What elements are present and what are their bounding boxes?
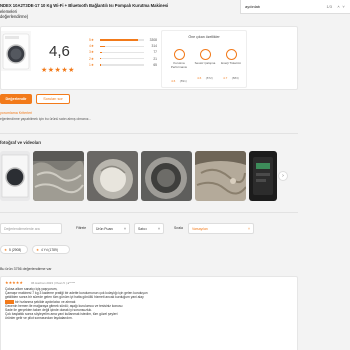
criteria-energy-consumption: Enerji Tüketimi 4.7 (883) [218, 49, 244, 84]
average-score: 4,6 [49, 43, 70, 60]
distribution-bar-1 [100, 64, 102, 66]
drying-performance-icon [173, 49, 185, 60]
review-count-line: Bu ürün 3756 değerlendirme var [0, 267, 52, 271]
distribution-bar-3 [100, 51, 102, 54]
chevron-down-icon: ˅ [124, 226, 126, 231]
customer-photo[interactable] [141, 151, 192, 201]
criteria-quiet-operation: Sessiz Çalışma 4.6 (872) [192, 49, 218, 84]
find-count: 1/3 [326, 4, 332, 9]
product-title: NDEX 10A2T3DE-17 10 Kg Wi-Fi + Bluetooth… [0, 3, 169, 8]
gallery-next-arrow-icon[interactable]: › [278, 171, 288, 181]
find-next-icon[interactable]: ˅ [341, 4, 346, 9]
criteria-drying-performance: Kurutma Performansı 4.6 (891) [166, 49, 192, 87]
section-divider [0, 212, 298, 213]
sort-select[interactable]: Varsayılan ˅ [188, 223, 254, 234]
filter-chip-4-year[interactable]: ★ 4 Yıl (1789) [32, 245, 70, 254]
average-stars: ★★★★★ [41, 67, 75, 74]
distribution-bar-5 [100, 39, 138, 41]
review-meta: 06 Haziran 2023 | Puan 5 | ●***** [31, 280, 76, 285]
review-stars: ★★★★★ [5, 280, 23, 285]
review-body: Çoksa alkım sanatçı içiş yaşıyorum, Çama… [5, 287, 148, 321]
distribution-bar-2 [100, 57, 101, 60]
write-review-button[interactable]: Değerlendir [0, 94, 32, 104]
product-image [1, 31, 31, 71]
distribution-bar-4 [100, 45, 106, 47]
customer-photo[interactable] [33, 151, 84, 201]
customer-photo[interactable] [195, 151, 246, 201]
customer-photo[interactable] [0, 151, 30, 201]
review-count-title: değerlendirme) [0, 14, 29, 19]
chevron-down-icon: ˅ [158, 226, 160, 231]
chevron-down-icon: ˅ [248, 226, 250, 231]
section-divider [0, 133, 298, 134]
customer-photo[interactable] [87, 151, 138, 201]
review-rules-link[interactable]: yorumlama Kriterleri [0, 111, 32, 115]
product-title-block: NDEX 10A2T3DE-17 10 Kg Wi-Fi + Bluetooth… [0, 3, 230, 20]
review-card: ★★★★★ 06 Haziran 2023 | Puan 5 | ●***** … [0, 276, 298, 350]
quiet-operation-icon [199, 49, 211, 60]
seller-filter-select[interactable]: Satıcı ˅ [134, 223, 164, 234]
rating-distribution: 5★ 3308 4★ 314 3★ 77 2★ 21 1★ 65 [89, 37, 157, 68]
energy-consumption-icon [225, 49, 237, 60]
rating-filter-select[interactable]: Ürün Puanı ˅ [92, 223, 130, 234]
ask-question-button[interactable]: Soruları sor [36, 94, 70, 104]
customer-media-gallery [0, 151, 277, 201]
distribution-row-1[interactable]: 1★ 65 [89, 62, 157, 68]
media-section-title: fotoğraf ve videoları [0, 140, 42, 145]
customer-photo[interactable] [249, 151, 277, 201]
star-icon: ★ [36, 247, 39, 252]
review-rules-note: eğerlendirme yapabilmek için bu ürünü sa… [0, 117, 92, 121]
review-search-input[interactable]: Değerlendirmelerde ara [0, 223, 62, 234]
filter-label: Filtrele [76, 226, 87, 230]
sort-label: Sırala [174, 226, 183, 230]
star-icon: ★ [4, 247, 7, 252]
criteria-box: Öne çıkan özellikler Kurutma Performansı… [161, 30, 247, 88]
filter-chip-5-star[interactable]: ★ 5 (2908) [0, 245, 28, 254]
find-bar[interactable]: aydınlatı 1/3 ˄ ˅ [240, 0, 350, 14]
criteria-heading: Öne çıkan özellikler [188, 35, 220, 39]
find-input[interactable]: aydınlatı [245, 4, 326, 9]
rating-summary-card: 4,6 ★★★★★ 5★ 3308 4★ 314 3★ 77 2★ 21 1★ … [0, 26, 298, 90]
